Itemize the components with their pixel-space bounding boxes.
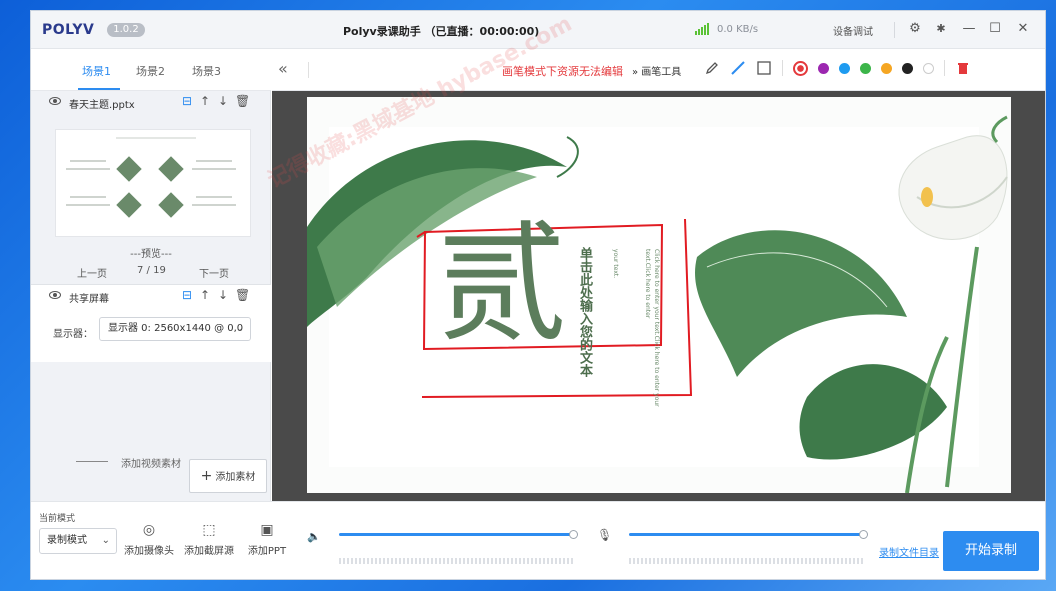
slide-big-character: 贰 xyxy=(437,208,568,360)
mic-volume-slider[interactable] xyxy=(629,533,865,536)
speaker-level-meter xyxy=(339,558,575,564)
mode-select[interactable]: 录制模式 ⌄ xyxy=(39,528,117,554)
color-blue[interactable] xyxy=(839,62,850,74)
recording-folder-link[interactable]: 录制文件目录 xyxy=(879,544,939,559)
display-label: 显示器： xyxy=(53,329,93,340)
next-page-button[interactable]: 下一页 xyxy=(199,265,229,280)
start-recording-button[interactable]: 开始录制 xyxy=(943,531,1039,571)
mode-label: 当前模式 xyxy=(39,514,76,524)
move-down-icon[interactable]: ↓ xyxy=(217,288,229,302)
microphone-icon[interactable]: 🎙 xyxy=(597,528,612,542)
chevron-down-icon: ⌄ xyxy=(235,323,244,334)
source-row-screen[interactable]: 共享屏幕 ⊟ ↑ ↓ 🗑 xyxy=(31,286,271,308)
add-camera-button[interactable]: ◎ 添加摄像头 xyxy=(121,522,177,557)
device-test-button[interactable]: 设备调试 xyxy=(833,23,873,38)
screen-source-actions: ⊟ ↑ ↓ 🗑 xyxy=(181,288,250,302)
mic-volume-knob[interactable] xyxy=(859,530,868,539)
color-black[interactable] xyxy=(902,62,913,74)
color-green[interactable] xyxy=(860,62,871,74)
eye-icon[interactable] xyxy=(49,291,61,299)
color-red-selected[interactable] xyxy=(793,60,808,76)
color-purple[interactable] xyxy=(818,62,829,74)
trash-icon[interactable]: 🗑 xyxy=(235,94,250,108)
move-up-icon[interactable]: ↑ xyxy=(199,94,211,108)
slide-body-text-1: Click here to enter your text.Click here… xyxy=(644,249,660,407)
collapse-panel-icon[interactable]: « xyxy=(278,59,288,78)
maximize-button[interactable]: ☐ xyxy=(985,19,1005,39)
color-orange[interactable] xyxy=(881,62,892,74)
close-button[interactable]: ✕ xyxy=(1013,19,1033,39)
signal-icon xyxy=(695,23,709,35)
move-down-icon[interactable]: ↓ xyxy=(217,94,229,108)
tab-scene-1[interactable]: 场景1 xyxy=(82,63,111,79)
preview-canvas[interactable]: 贰 单击此处输入您的文本 Click here to enter your te… xyxy=(272,91,1045,501)
ppt-preview-thumbnail[interactable] xyxy=(55,129,251,237)
speaker-icon[interactable]: 🔈 xyxy=(307,530,321,543)
page-indicator: 7 / 19 xyxy=(137,265,166,276)
display-select-value: 显示器 0: 2560x1440 @ 0,0 xyxy=(108,323,244,334)
mode-select-value: 录制模式 xyxy=(47,535,87,546)
ppt-source-actions: ⊟ ↑ ↓ 🗑 xyxy=(181,94,250,108)
pen-tool-group xyxy=(704,60,971,76)
rectangle-icon[interactable] xyxy=(756,60,772,76)
title-divider xyxy=(894,22,895,38)
add-camera-label: 添加摄像头 xyxy=(124,546,174,557)
version-badge: 1.0.2 xyxy=(107,23,145,37)
network-speed: 0.0 KB/s xyxy=(717,24,759,35)
add-material-button[interactable]: + 添加素材 xyxy=(189,459,267,493)
polyv-logo: POLYV xyxy=(42,22,95,38)
ppt-file-icon: ▣ xyxy=(260,522,274,538)
pin-icon[interactable]: ✱ xyxy=(931,19,951,39)
speaker-volume-slider[interactable] xyxy=(339,533,575,536)
pen-tools-toggle[interactable]: » 画笔工具 xyxy=(632,63,681,78)
add-screen-source-button[interactable]: ⬚ 添加截屏源 xyxy=(181,522,237,557)
camera-icon: ◎ xyxy=(142,522,156,538)
slide-preview: 贰 单击此处输入您的文本 Click here to enter your te… xyxy=(307,97,1011,493)
screen-capture-icon: ⬚ xyxy=(202,522,216,538)
screen-source-name: 共享屏幕 xyxy=(69,294,109,305)
trash-icon[interactable]: 🗑 xyxy=(235,288,250,302)
bottom-control-bar: 当前模式 录制模式 ⌄ ◎ 添加摄像头 ⬚ 添加截屏源 ▣ 添加PPT 🔈 🎙 录制文… xyxy=(31,501,1045,579)
eye-icon[interactable] xyxy=(49,97,61,105)
line-icon[interactable] xyxy=(730,60,746,76)
display-select[interactable]: 显示器 0: 2560x1440 @ 0,0 ⌄ xyxy=(99,317,251,341)
add-screen-label: 添加截屏源 xyxy=(184,546,234,557)
ppt-source-name: 春天主题.pptx xyxy=(69,100,135,111)
chevron-down-icon: ⌄ xyxy=(101,535,110,546)
add-ppt-button[interactable]: ▣ 添加PPT xyxy=(239,522,295,557)
preview-label: ---预览--- xyxy=(130,249,172,260)
source-row-ppt[interactable]: 春天主题.pptx ⊟ ↑ ↓ 🗑 xyxy=(31,92,271,114)
active-tab-indicator xyxy=(78,88,120,90)
toolbar-divider xyxy=(308,62,309,78)
pen-mode-warning: 画笔模式下资源无法编辑 xyxy=(502,65,623,78)
add-ppt-label: 添加PPT xyxy=(247,546,287,557)
move-up-icon[interactable]: ↑ xyxy=(199,288,211,302)
trash-icon[interactable] xyxy=(955,60,971,76)
color-white[interactable] xyxy=(923,62,934,74)
thumbnail-graphic xyxy=(66,137,236,218)
pencil-icon[interactable] xyxy=(704,60,720,76)
collapse-square-icon[interactable]: ⊟ xyxy=(181,288,193,302)
prev-page-button[interactable]: 上一页 xyxy=(77,265,107,280)
scene-tabs: 场景1 场景2 场景3 xyxy=(31,49,271,91)
minimize-button[interactable]: — xyxy=(959,19,979,39)
slide-vertical-title: 单击此处输入您的文本 xyxy=(577,247,592,377)
collapse-square-icon[interactable]: ⊟ xyxy=(181,94,193,108)
plus-icon: + xyxy=(200,468,213,484)
slide-body-text-2: your text. xyxy=(612,249,619,279)
add-material-label: 添加素材 xyxy=(215,472,256,483)
scene-panel: 场景1 场景2 场景3 春天主题.pptx ⊟ ↑ ↓ 🗑 ---预览--- 上… xyxy=(31,49,271,501)
tools-divider xyxy=(782,60,783,76)
speaker-volume-knob[interactable] xyxy=(569,530,578,539)
settings-gear-icon[interactable]: ⚙ xyxy=(905,19,925,39)
app-window: POLYV 1.0.2 Polyv录课助手 （已直播：00:00:00) 0.0… xyxy=(30,10,1046,580)
drawing-toolbar: « 画笔模式下资源无法编辑 » 画笔工具 xyxy=(272,49,1045,91)
tools-divider xyxy=(944,60,945,76)
mic-level-meter xyxy=(629,558,865,564)
tab-scene-3[interactable]: 场景3 xyxy=(192,63,221,79)
tab-scene-2[interactable]: 场景2 xyxy=(136,63,165,79)
